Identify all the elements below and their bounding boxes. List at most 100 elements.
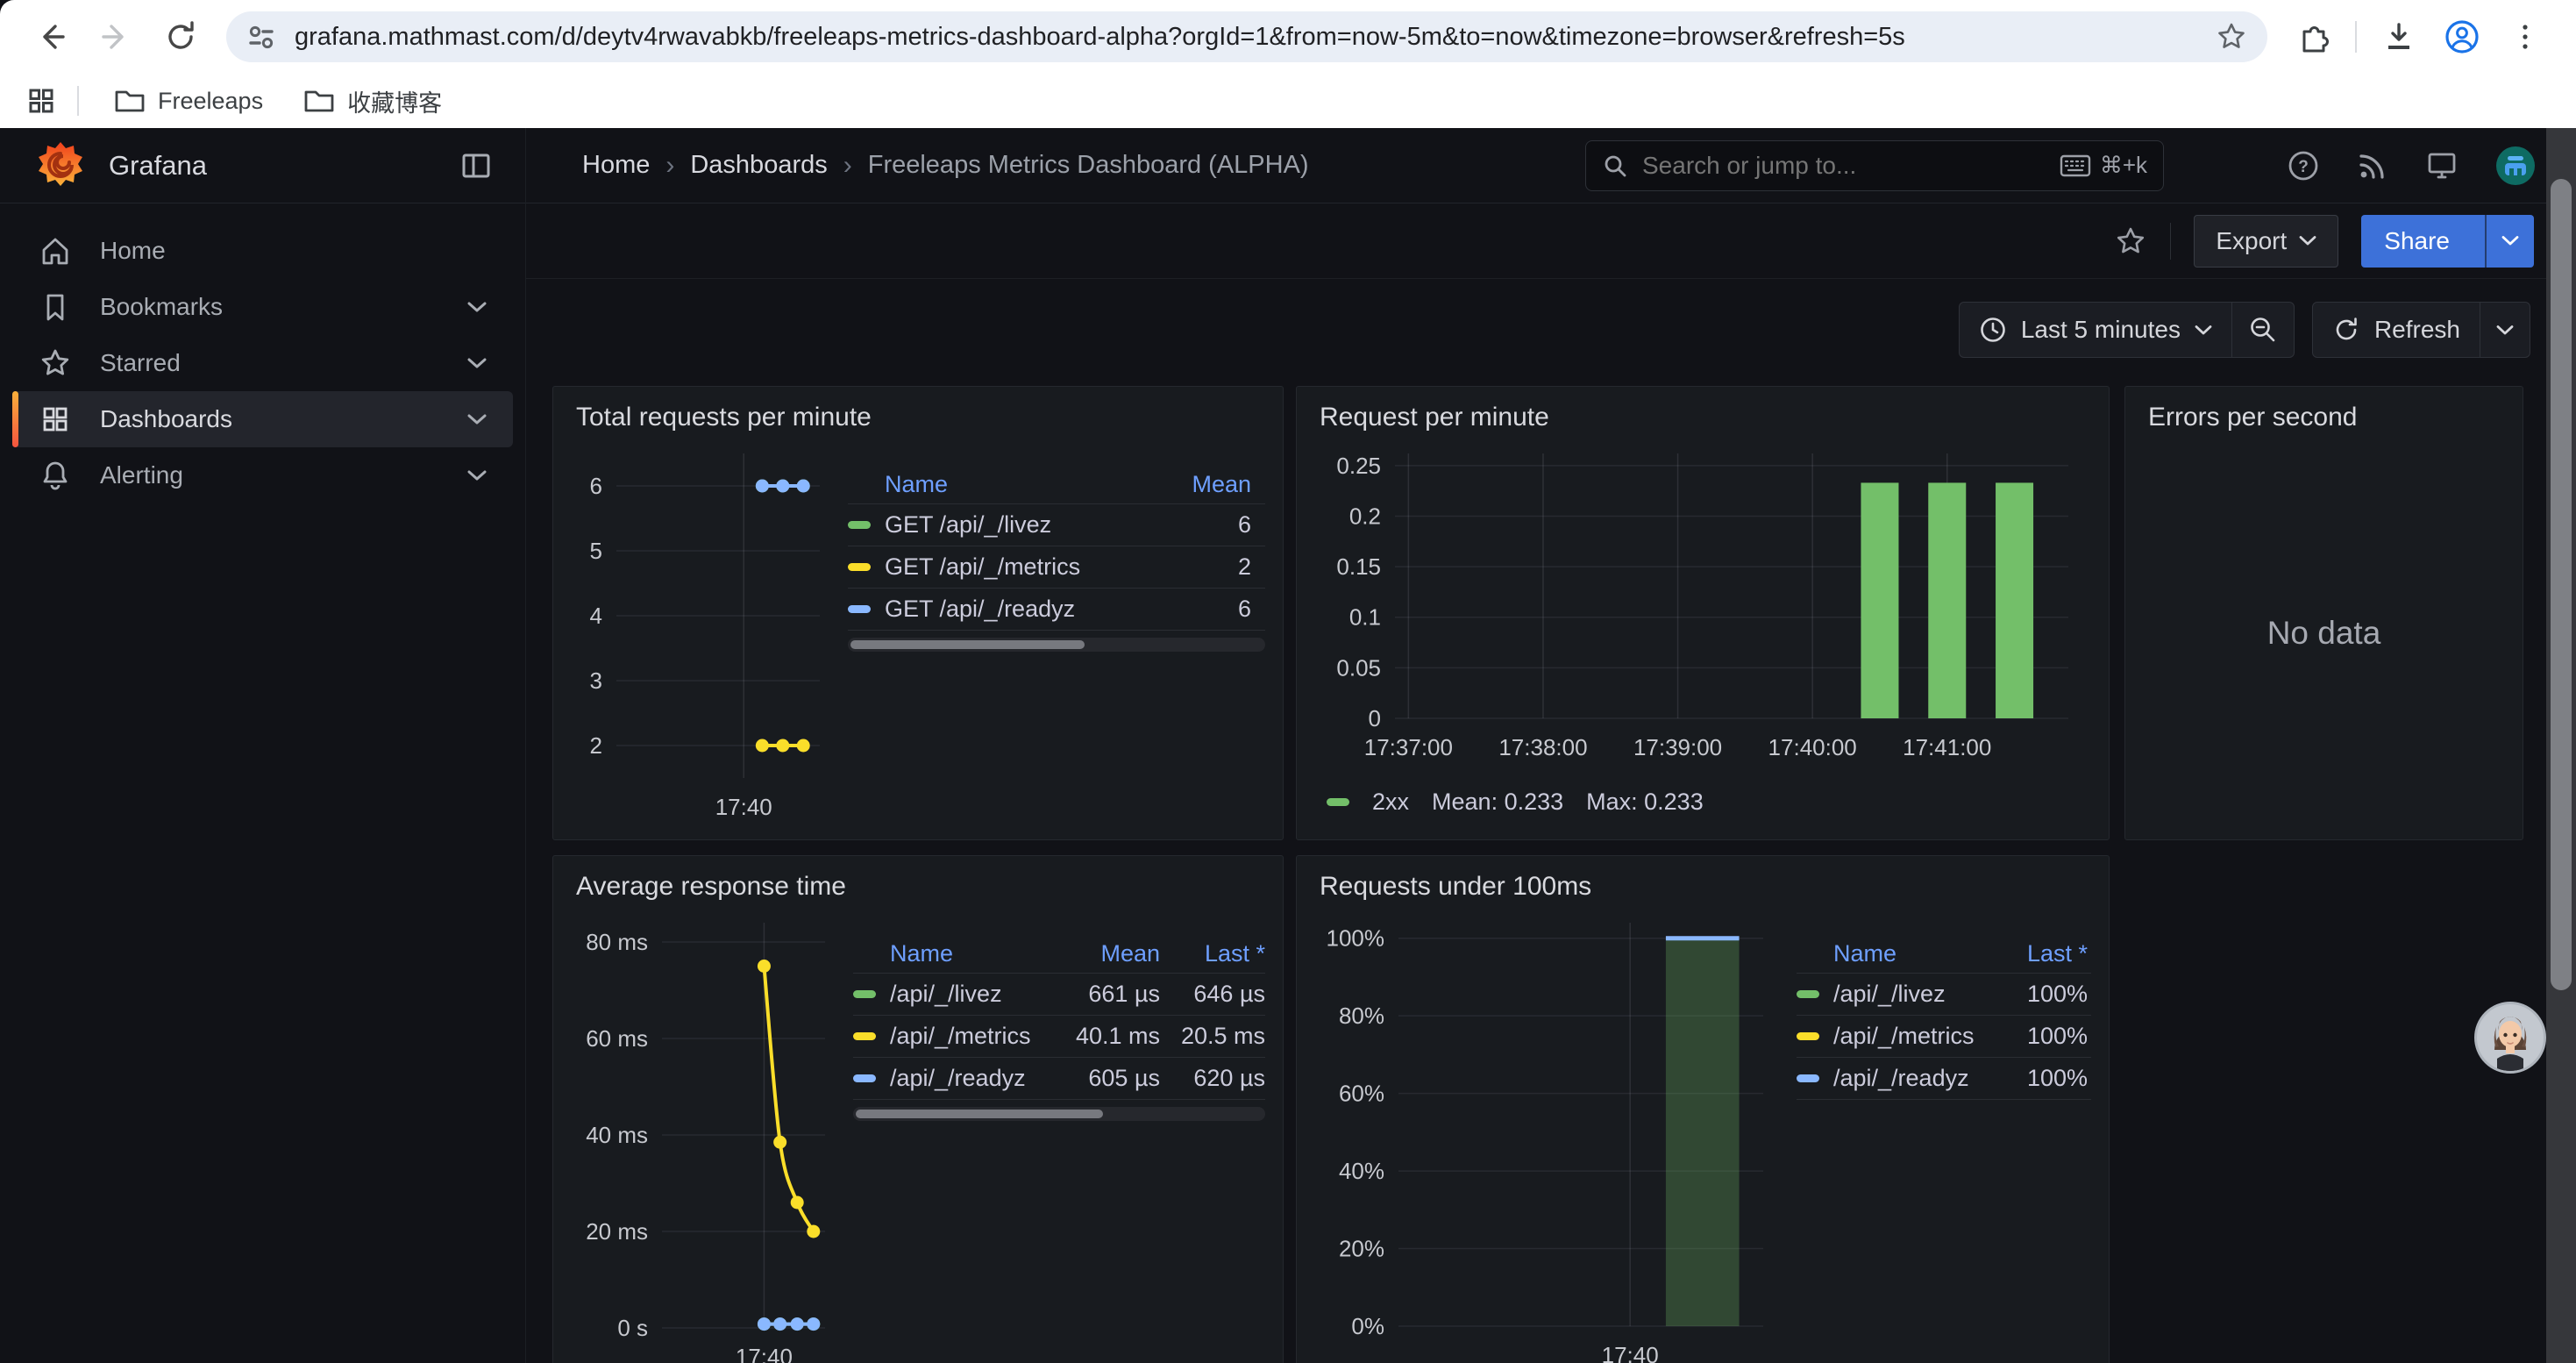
reload-icon[interactable]	[153, 9, 209, 65]
favorite-star-icon[interactable]	[2114, 225, 2147, 258]
legend-inline[interactable]: 2xx Mean: 0.233 Max: 0.233	[1314, 776, 2091, 827]
legend-series-name[interactable]: 2xx	[1372, 789, 1409, 816]
legend-row[interactable]: GET /api/_/livez 6	[848, 504, 1265, 546]
legend-col-last[interactable]: Last *	[1205, 940, 1265, 967]
time-range-group: Last 5 minutes	[1959, 302, 2295, 358]
svg-text:0.2: 0.2	[1349, 503, 1381, 529]
grafana-logo[interactable]	[35, 140, 86, 191]
legend-scrollbar[interactable]	[853, 1107, 1265, 1121]
legend-col-name[interactable]: Name	[890, 940, 953, 967]
svg-text:17:38:00: 17:38:00	[1498, 734, 1587, 760]
legend-col-name[interactable]: Name	[885, 471, 948, 498]
bell-icon	[39, 459, 72, 492]
apps-grid-icon[interactable]	[26, 86, 56, 116]
sidebar-item-home[interactable]: Home	[12, 223, 513, 279]
legend-col-mean[interactable]: Mean	[1192, 471, 1251, 498]
sidebar-item-bookmarks[interactable]: Bookmarks	[12, 279, 513, 335]
svg-text:40%: 40%	[1339, 1158, 1384, 1184]
export-button[interactable]: Export	[2194, 215, 2338, 268]
scrollbar-thumb[interactable]	[2551, 179, 2572, 990]
panel-title[interactable]: Errors per second	[2143, 397, 2505, 439]
url-text[interactable]: grafana.mathmast.com/d/deytv4rwavabkb/fr…	[295, 23, 2197, 52]
legend-row[interactable]: /api/_/livez 100%	[1797, 974, 2091, 1016]
sidebar-item-alerting[interactable]: Alerting	[12, 447, 513, 503]
legend-row[interactable]: /api/_/metrics 100%	[1797, 1016, 2091, 1058]
help-icon[interactable]: ?	[2287, 149, 2320, 182]
refresh-icon	[2332, 316, 2360, 344]
svg-text:0.05: 0.05	[1336, 654, 1381, 681]
download-icon[interactable]	[2371, 9, 2427, 65]
bar-chart[interactable]: 100%80%60%40%20%0%17:40	[1314, 909, 1781, 1363]
timeseries-chart[interactable]: 80 ms60 ms40 ms20 ms0 s17:40	[571, 909, 837, 1363]
search-input[interactable]	[1642, 152, 2046, 180]
url-bar[interactable]: grafana.mathmast.com/d/deytv4rwavabkb/fr…	[226, 11, 2267, 62]
browser-actions	[2285, 9, 2553, 65]
user-avatar[interactable]	[2495, 146, 2536, 186]
legend-col-last[interactable]: Last *	[2027, 940, 2088, 967]
series-swatch	[1797, 1074, 1819, 1082]
extensions-icon[interactable]	[2285, 9, 2341, 65]
legend-row[interactable]: /api/_/metrics 40.1 ms 20.5 ms	[853, 1016, 1265, 1058]
chevron-down-icon	[2299, 235, 2316, 246]
panel-title[interactable]: Requests under 100ms	[1314, 867, 2091, 909]
zoom-out-icon	[2248, 315, 2278, 345]
legend-scrollbar[interactable]	[848, 638, 1265, 652]
sidebar-item-dashboards[interactable]: Dashboards	[12, 391, 513, 447]
share-label[interactable]: Share	[2361, 215, 2473, 268]
chevron-down-icon	[2195, 325, 2212, 336]
legend-row[interactable]: GET /api/_/readyz 6	[848, 589, 1265, 631]
legend-row[interactable]: /api/_/readyz 100%	[1797, 1058, 2091, 1100]
svg-text:17:41:00: 17:41:00	[1903, 734, 1991, 760]
zoom-out-button[interactable]	[2231, 303, 2294, 357]
bar-chart[interactable]: 0.250.20.150.10.05017:37:0017:38:0017:39…	[1314, 439, 2091, 776]
legend-col-mean[interactable]: Mean	[1100, 940, 1160, 967]
assistant-avatar[interactable]	[2474, 1002, 2546, 1074]
breadcrumb-home[interactable]: Home	[582, 151, 650, 180]
svg-text:0%: 0%	[1351, 1313, 1384, 1339]
chevron-down-icon	[2501, 235, 2519, 246]
share-button[interactable]: Share	[2361, 215, 2534, 268]
chevron-down-icon	[2496, 325, 2514, 336]
search-box[interactable]: ⌘+k	[1585, 140, 2164, 191]
time-range-picker[interactable]: Last 5 minutes	[1960, 303, 2231, 357]
star-icon	[39, 346, 72, 380]
breadcrumb-dashboards[interactable]: Dashboards	[690, 151, 827, 180]
screen: grafana.mathmast.com/d/deytv4rwavabkb/fr…	[0, 0, 2576, 1363]
bookmark-folder-blogs[interactable]: 收藏博客	[289, 79, 456, 124]
bookmark-folder-label: Freeleaps	[158, 88, 263, 115]
timeseries-chart[interactable]: 6543217:40	[571, 439, 832, 827]
sidebar-item-label: Bookmarks	[100, 293, 223, 321]
page-scrollbar[interactable]	[2546, 128, 2576, 1363]
panel-title[interactable]: Total requests per minute	[571, 397, 1265, 439]
refresh-label: Refresh	[2374, 316, 2460, 344]
forward-icon[interactable]	[88, 9, 144, 65]
share-dropdown[interactable]	[2485, 215, 2534, 268]
breadcrumb-current: Freeleaps Metrics Dashboard (ALPHA)	[868, 151, 1309, 180]
sidebar-item-starred[interactable]: Starred	[12, 335, 513, 391]
bookmark-star-icon[interactable]	[2215, 20, 2248, 54]
refresh-button[interactable]: Refresh	[2313, 303, 2480, 357]
panel-title[interactable]: Request per minute	[1314, 397, 2091, 439]
monitor-icon[interactable]	[2425, 149, 2459, 182]
back-icon[interactable]	[23, 9, 79, 65]
grafana-app: Grafana Home Bookmarks Starred	[0, 128, 2576, 1363]
legend-max: Max: 0.233	[1586, 789, 1704, 816]
legend-row[interactable]: /api/_/livez 661 µs 646 µs	[853, 974, 1265, 1016]
collapse-sidebar-icon[interactable]	[459, 148, 494, 183]
folder-icon	[114, 88, 146, 114]
profile-icon[interactable]	[2434, 9, 2490, 65]
search-icon	[1602, 153, 1628, 179]
news-rss-icon[interactable]	[2357, 150, 2388, 182]
time-range-label: Last 5 minutes	[2021, 316, 2181, 344]
legend-col-name[interactable]: Name	[1833, 940, 1896, 967]
legend-row[interactable]: /api/_/readyz 605 µs 620 µs	[853, 1058, 1265, 1100]
svg-text:80 ms: 80 ms	[586, 929, 648, 955]
legend-row[interactable]: GET /api/_/metrics 2	[848, 546, 1265, 589]
browser-menu-icon[interactable]	[2497, 9, 2553, 65]
series-swatch	[853, 1074, 876, 1082]
panel-title[interactable]: Average response time	[571, 867, 1265, 909]
refresh-interval-dropdown[interactable]	[2480, 303, 2530, 357]
bookmark-folder-freeleaps[interactable]: Freeleaps	[100, 82, 277, 120]
series-swatch	[1797, 1032, 1819, 1040]
site-settings-icon[interactable]	[246, 21, 277, 53]
